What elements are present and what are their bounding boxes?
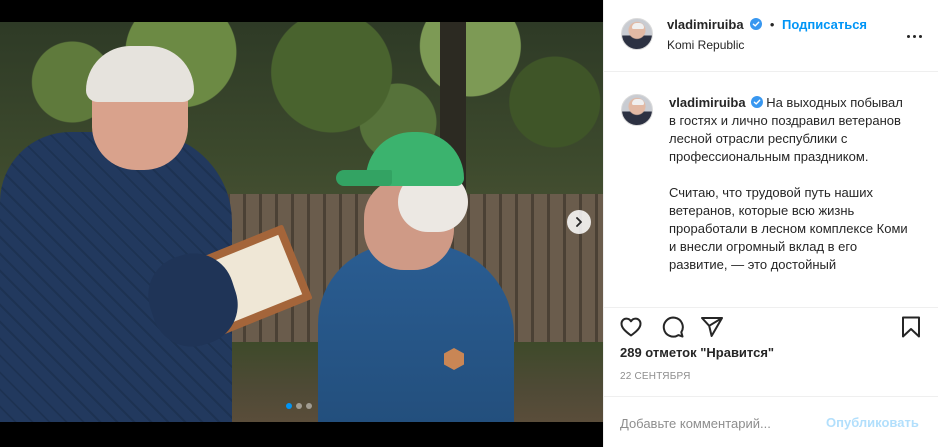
author-line: vladimiruiba • Подписаться (667, 17, 867, 32)
publish-button[interactable]: Опубликовать (826, 415, 919, 430)
more-options-icon[interactable] (904, 26, 924, 46)
post-actions (604, 307, 938, 341)
carousel-next-button[interactable] (567, 210, 591, 234)
carousel-dot-2 (296, 403, 302, 409)
post-photo[interactable] (0, 22, 603, 422)
separator-dot: • (769, 17, 775, 32)
post-media (0, 0, 603, 447)
comment-button[interactable] (660, 314, 686, 340)
author-username[interactable]: vladimiruiba (667, 17, 744, 32)
post-side-panel: vladimiruiba • Подписаться Komi Republic… (603, 0, 938, 447)
add-comment-bar: Опубликовать (604, 396, 938, 447)
chevron-right-icon (576, 217, 582, 227)
heart-icon (620, 317, 642, 337)
instagram-post: vladimiruiba • Подписаться Komi Republic… (0, 0, 938, 447)
author-avatar[interactable] (621, 18, 653, 50)
caption-avatar[interactable] (621, 94, 653, 126)
carousel-dot-1 (286, 403, 292, 409)
likes-count[interactable]: 289 отметок "Нравится" (620, 345, 774, 360)
comments-area: vladimiruiba На выходных побывал в гостя… (604, 73, 938, 307)
comment-input[interactable] (620, 412, 820, 434)
caption-text-paragraph-2: Считаю, что трудовой путь наших ветерано… (669, 185, 908, 272)
follow-button[interactable]: Подписаться (782, 17, 867, 32)
verified-icon (750, 18, 763, 30)
like-button[interactable] (618, 314, 644, 340)
share-icon (701, 317, 723, 337)
save-button[interactable] (898, 314, 924, 340)
bookmark-icon (902, 316, 920, 338)
comment-icon (662, 316, 684, 338)
carousel-indicator (286, 403, 312, 409)
caption-username[interactable]: vladimiruiba (669, 95, 746, 110)
post-location[interactable]: Komi Republic (667, 38, 744, 52)
post-header: vladimiruiba • Подписаться Komi Republic (604, 0, 938, 72)
post-date[interactable]: 22 сентября (620, 371, 691, 382)
share-button[interactable] (699, 314, 725, 340)
carousel-dot-3 (306, 403, 312, 409)
verified-icon (750, 96, 763, 108)
photo-person-right-body (318, 244, 514, 422)
post-caption: vladimiruiba На выходных побывал в гостя… (669, 94, 909, 292)
photo-green-cap-visor (336, 170, 392, 186)
